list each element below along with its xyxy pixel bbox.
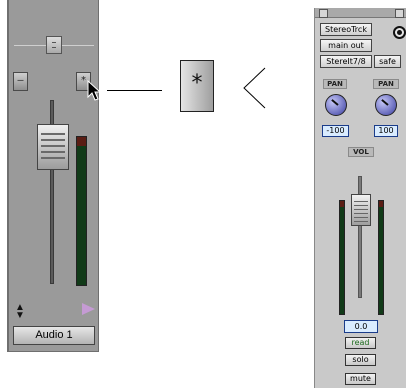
callout-line	[107, 90, 162, 91]
pan-left-knob[interactable]	[325, 94, 347, 116]
track-name-button[interactable]: Audio 1	[13, 326, 95, 345]
mono-track-strip: – * ▲ ▼ Audio 1	[7, 0, 102, 352]
level-meter-left	[339, 200, 345, 315]
pan-left-value[interactable]: -100	[322, 125, 349, 137]
track-name-field[interactable]: StereoTrck	[320, 23, 372, 36]
callout-chevron-icon	[243, 67, 266, 109]
flag-icon[interactable]	[82, 303, 95, 315]
small-square-icon	[395, 9, 404, 18]
pan-left-label: PAN	[323, 79, 347, 89]
stereo-track-strip: StereoTrck main out StereIt7/8 safe PAN …	[314, 8, 406, 388]
pan-right-label: PAN	[373, 79, 399, 89]
pan-slider-handle[interactable]	[46, 36, 62, 54]
mute-button[interactable]: mute	[345, 373, 376, 385]
level-meter-right	[378, 200, 384, 315]
enlarged-star-button: *	[180, 60, 214, 112]
mouse-pointer-icon	[87, 80, 102, 101]
safe-button[interactable]: safe	[374, 55, 401, 68]
pan-right-value[interactable]: 100	[374, 125, 398, 137]
automation-read-button[interactable]: read	[345, 337, 376, 349]
volume-fader-handle[interactable]	[351, 194, 371, 226]
volume-value[interactable]: 0.0	[344, 320, 378, 333]
output-selector[interactable]: main out	[320, 39, 372, 52]
record-target-icon[interactable]	[393, 26, 406, 39]
minus-button[interactable]: –	[13, 72, 28, 91]
solo-button[interactable]: solo	[345, 354, 376, 366]
pan-right-knob[interactable]	[375, 94, 397, 116]
clip-indicator	[77, 137, 86, 146]
volume-fader-handle[interactable]	[37, 124, 69, 170]
input-selector[interactable]: StereIt7/8	[320, 55, 372, 68]
small-square-icon	[319, 9, 328, 18]
level-meter	[76, 136, 87, 286]
volume-label: VOL	[348, 147, 374, 157]
updown-arrows-icon[interactable]: ▲ ▼	[15, 303, 25, 321]
strip-top-bar	[315, 8, 406, 18]
